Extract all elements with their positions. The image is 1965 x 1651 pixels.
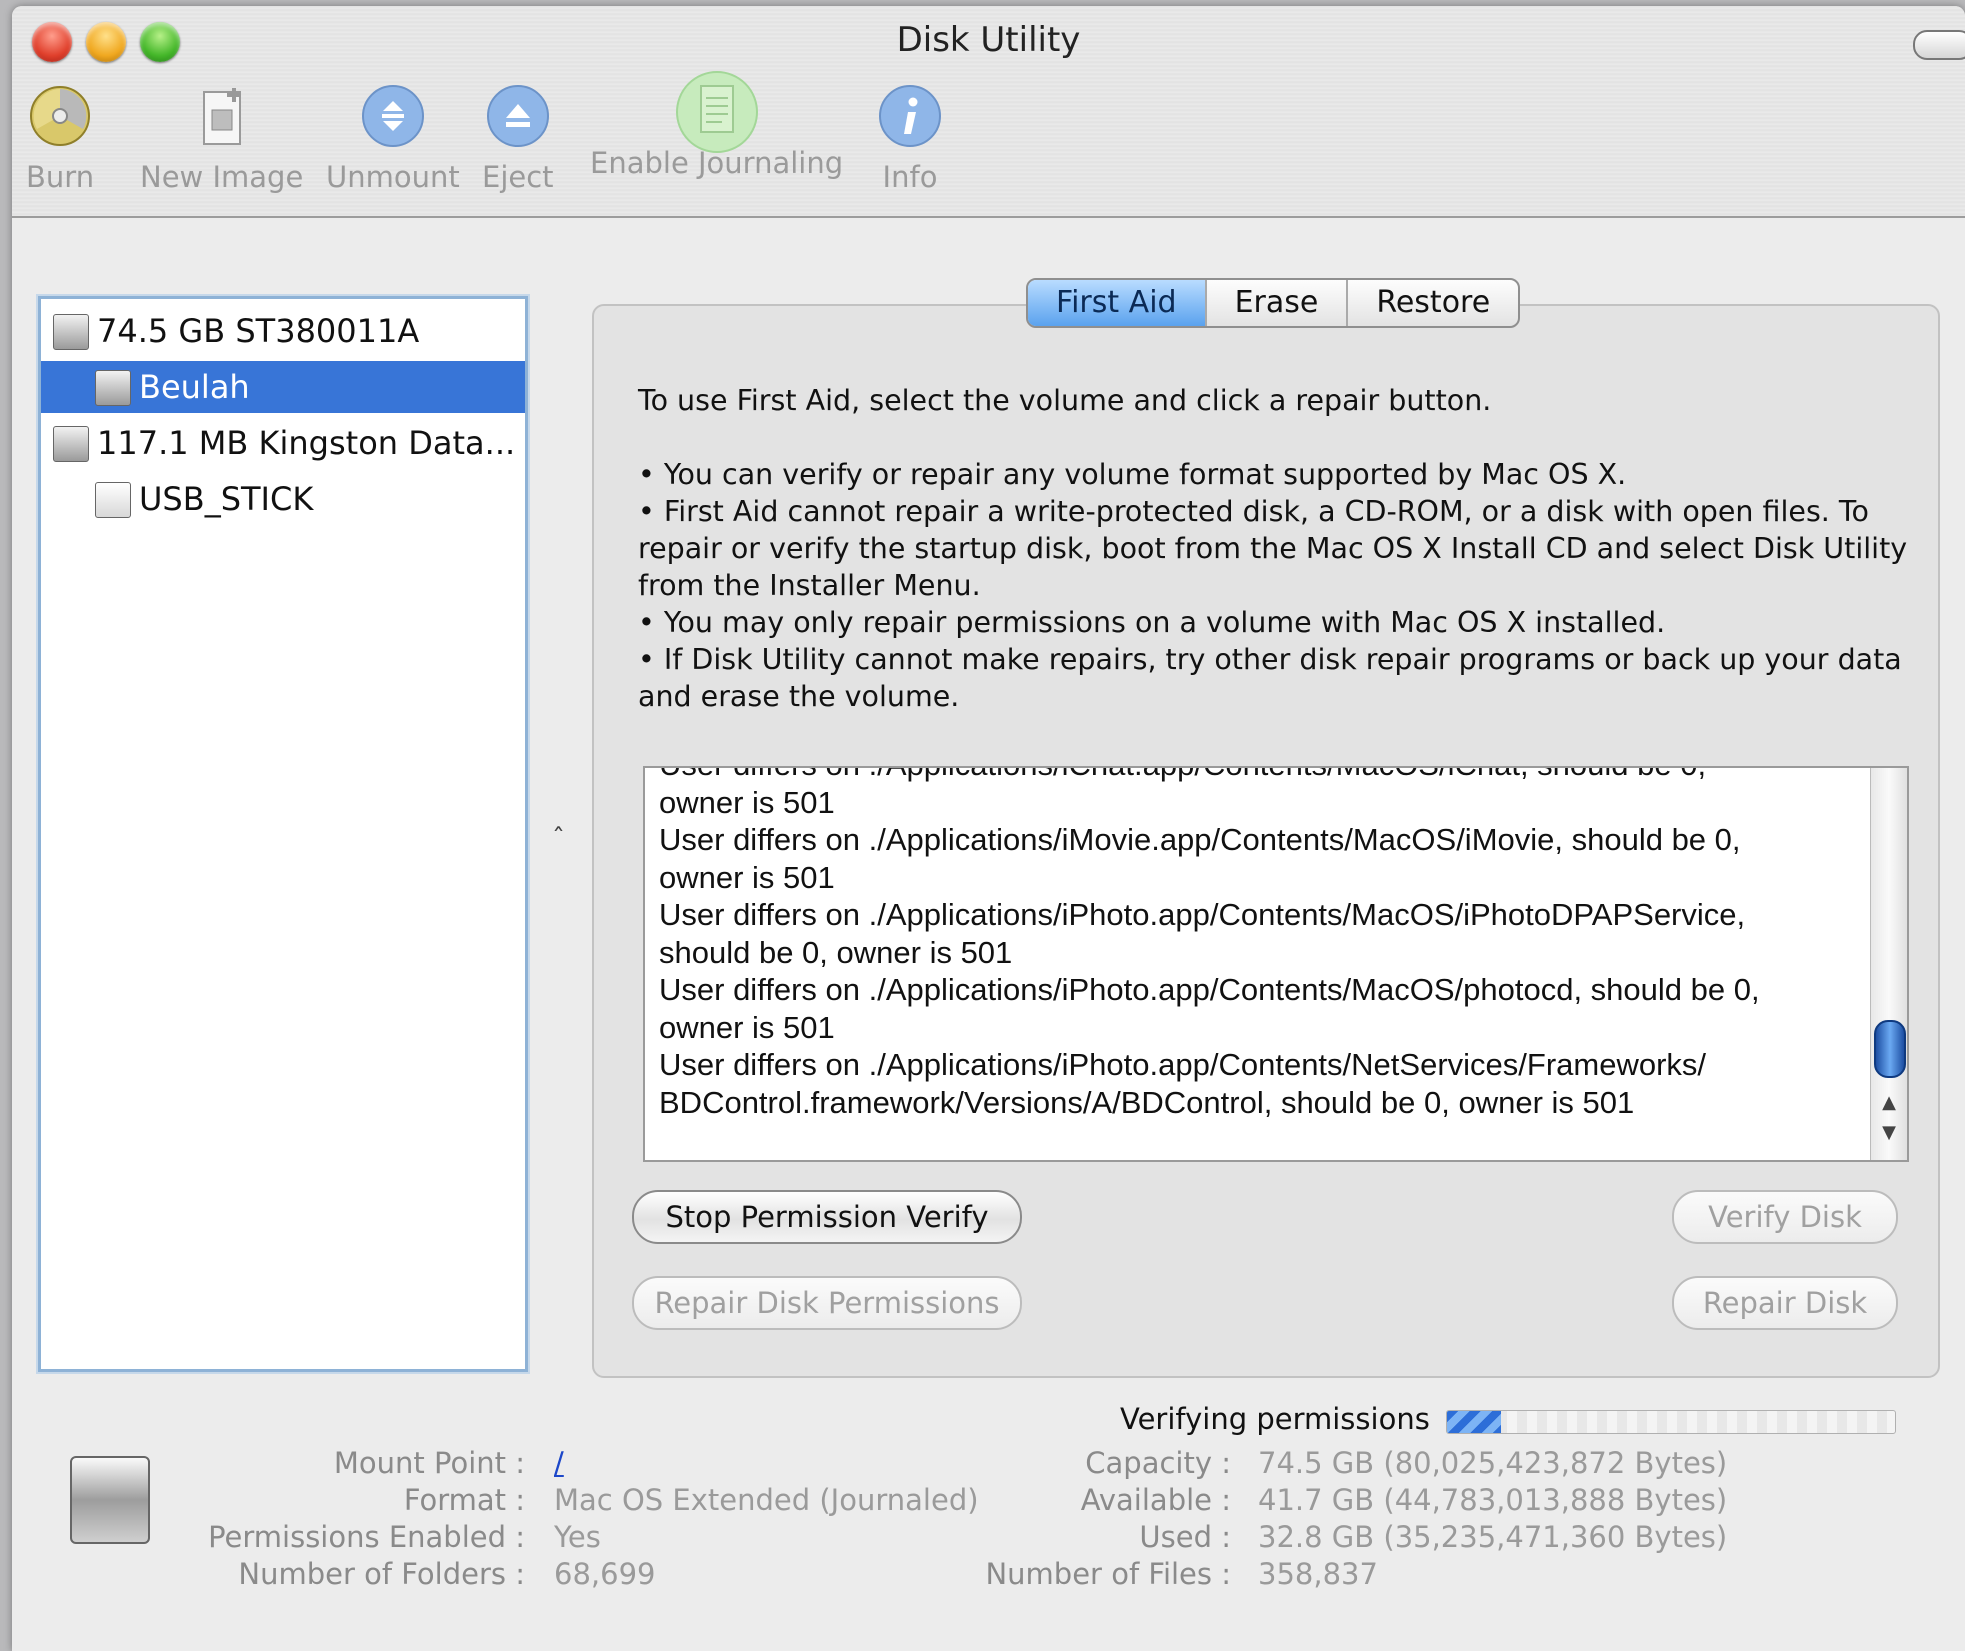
log-line: User differs on ./Applications/iPhoto.ap… [659,897,1746,932]
sidebar-item-label: Beulah [139,368,250,406]
eject-icon [486,85,549,147]
toolbar-new-image-button[interactable]: New Image [140,84,303,194]
new-image-icon [202,88,241,145]
log-text: User differs on ./Applications/iChat.app… [659,768,1849,1121]
hard-disk-icon [53,314,89,350]
used-key: Used : [1139,1520,1231,1554]
scroll-up-arrow-icon[interactable]: ▲ [1871,1088,1907,1118]
sidebar-item-volume-usb-stick[interactable]: USB_STICK [41,473,525,525]
capacity-value: 74.5 GB (80,025,423,872 Bytes) [1258,1446,1728,1480]
new-image-label: New Image [140,160,304,194]
sidebar-item-label: USB_STICK [139,480,314,518]
burn-icon [30,86,91,146]
toolbar-eject-button[interactable]: Eject [482,84,554,194]
log-line: owner is 501 [659,784,835,820]
device-list[interactable]: 74.5 GB ST380011A Beulah 117.1 MB Kingst… [38,296,528,1372]
log-line: User differs on ./Applications/iChat.app… [659,768,1849,784]
toolbar-enable-journaling-button[interactable]: Enable Journaling [590,71,844,180]
format-value: Mac OS Extended (Journaled) [554,1483,979,1517]
instructions-bullet: • You can verify or repair any volume fo… [638,458,1627,491]
unmount-label: Unmount [326,160,460,194]
log-line: owner is 501 [659,1009,835,1045]
permissions-enabled-key: Permissions Enabled : [208,1520,525,1554]
unmount-icon [361,85,424,147]
tab-bar: First Aid Erase Restore [1026,278,1521,328]
log-line: User differs on ./Applications/iPhoto.ap… [659,1047,1707,1082]
window-title: Disk Utility [896,20,1081,60]
eject-label: Eject [482,160,554,194]
verify-disk-button[interactable]: Verify Disk [1672,1190,1898,1244]
toolbar-toggle-button[interactable] [1913,30,1965,60]
journaling-icon [675,71,758,153]
disk-utility-window: Disk Utility Burn New Image Unmount Ejec… [12,6,1965,1651]
log-scrollbar[interactable]: ▲ ▼ [1870,768,1907,1160]
progress-bar [1446,1410,1896,1434]
capacity-key: Capacity : [1085,1446,1231,1480]
mount-point-key: Mount Point : [333,1446,525,1480]
instructions-bullet: • You may only repair permissions on a v… [638,606,1666,639]
instructions-intro: To use First Aid, select the volume and … [638,384,1492,417]
info-label: Info [882,160,938,194]
volume-icon [95,370,131,406]
number-of-folders-key: Number of Folders : [238,1557,525,1591]
verify-log[interactable]: User differs on ./Applications/iChat.app… [643,766,1909,1162]
repair-disk-permissions-button[interactable]: Repair Disk Permissions [632,1276,1022,1330]
sidebar-item-label: 74.5 GB ST380011A [97,312,420,350]
permissions-enabled-value: Yes [554,1520,601,1554]
toolbar-info-button[interactable]: Info [878,84,942,194]
hard-disk-icon [70,1456,150,1544]
info-icon [879,85,941,147]
scroll-down-arrow-icon[interactable]: ▼ [1871,1118,1907,1148]
sidebar-item-disk-kingston[interactable]: 117.1 MB Kingston Data... [41,417,525,469]
stop-permission-verify-button[interactable]: Stop Permission Verify [632,1190,1022,1244]
usb-volume-icon [95,482,131,518]
log-scroll-thumb[interactable] [1874,1020,1906,1078]
format-key: Format : [403,1483,525,1517]
title-bar: Disk Utility Burn New Image Unmount Ejec… [12,6,1965,218]
hard-disk-icon [53,426,89,462]
tab-restore[interactable]: Restore [1346,280,1518,326]
number-of-files-value: 358,837 [1258,1557,1378,1591]
number-of-files-key: Number of Files : [985,1557,1231,1591]
available-key: Available : [1080,1483,1231,1517]
first-aid-instructions: To use First Aid, select the volume and … [638,382,1928,715]
log-line: owner is 501 [659,859,835,895]
log-line: BDControl.framework/Versions/A/BDControl… [659,1084,1635,1120]
mount-point-value[interactable]: / [554,1446,564,1480]
progress-bar-fill [1447,1411,1501,1433]
toolbar-unmount-button[interactable]: Unmount [326,84,460,194]
tab-first-aid[interactable]: First Aid [1028,280,1205,326]
available-value: 41.7 GB (44,783,013,888 Bytes) [1258,1483,1728,1517]
enable-journaling-label: Enable Journaling [590,146,844,180]
log-line: User differs on ./Applications/iPhoto.ap… [659,972,1760,1007]
log-line: should be 0, owner is 501 [659,934,1013,970]
split-view-handle[interactable]: ˆ [552,824,565,854]
sidebar-item-label: 117.1 MB Kingston Data... [97,424,516,462]
repair-disk-button[interactable]: Repair Disk [1672,1276,1898,1330]
number-of-folders-value: 68,699 [554,1557,656,1591]
tab-erase[interactable]: Erase [1204,280,1347,326]
toolbar-burn-button[interactable]: Burn [26,84,94,194]
log-line: User differs on ./Applications/iMovie.ap… [659,822,1741,857]
instructions-bullet: • If Disk Utility cannot make repairs, t… [638,643,1902,713]
sidebar-item-disk-st380011a[interactable]: 74.5 GB ST380011A [41,305,525,357]
progress-label: Verifying permissions [1120,1402,1430,1436]
burn-label: Burn [26,160,95,194]
instructions-bullet: • First Aid cannot repair a write-protec… [638,495,1908,602]
used-value: 32.8 GB (35,235,471,360 Bytes) [1258,1520,1728,1554]
sidebar-item-volume-beulah[interactable]: Beulah [41,361,525,413]
